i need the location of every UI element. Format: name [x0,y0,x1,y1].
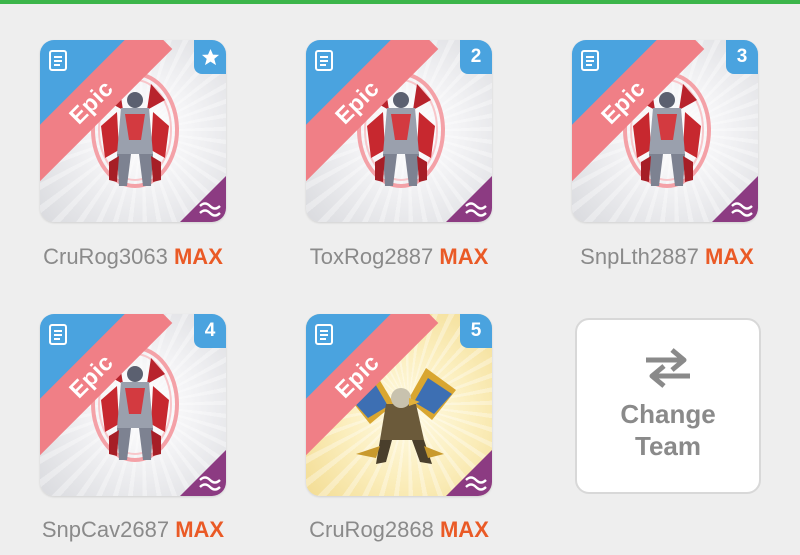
document-icon [49,50,67,71]
team-slot-badge: 5 [460,314,492,348]
document-icon [315,50,333,71]
wave-icon [199,476,221,491]
team-slot-badge [194,40,226,74]
monster-name-4: SnpCav2687 MAX [41,517,225,542]
monster-name-2: ToxRog2887 MAX [309,244,489,269]
wave-icon [465,202,487,217]
document-icon [49,324,67,345]
monster-card-3[interactable]: Epic 3 [572,40,758,222]
monster-name-1: CruRog3063 MAX [43,244,223,269]
team-slot-badge: 2 [460,40,492,74]
monster-card-4[interactable]: Epic 4 [40,314,226,496]
change-team-label: Change Team [620,399,716,461]
monster-name-3: SnpLth2887 MAX [580,244,754,269]
document-icon [581,50,599,71]
wave-icon [731,202,753,217]
monster-card-1[interactable]: Epic [40,40,226,222]
wave-icon [199,202,221,217]
team-slot-badge: 3 [726,40,758,74]
swap-arrows-icon [646,348,690,388]
star-icon [201,48,219,65]
document-icon [315,324,333,345]
monster-card-2[interactable]: Epic 2 [306,40,492,222]
top-accent-bar [0,0,800,4]
monster-card-5[interactable]: Epic 5 [306,314,492,496]
team-slot-badge: 4 [194,314,226,348]
monster-name-5: CruRog2868 MAX [309,517,489,542]
wave-icon [465,476,487,491]
change-team-button[interactable]: Change Team [575,318,761,494]
